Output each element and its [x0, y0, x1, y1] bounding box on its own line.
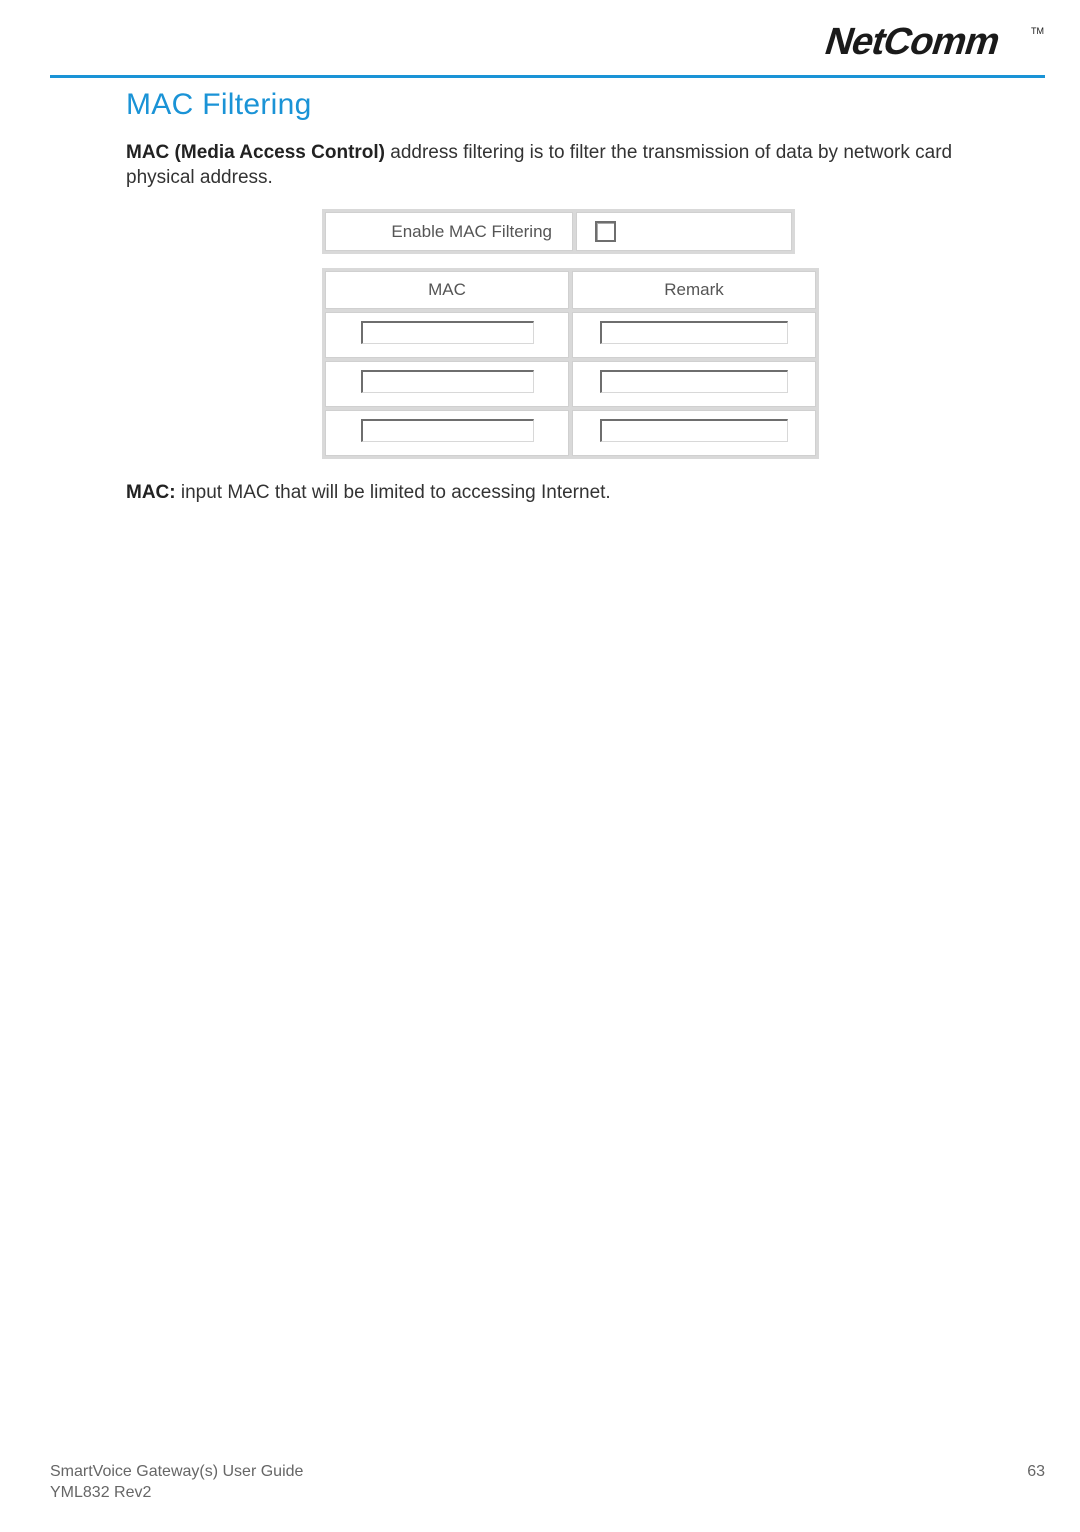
table-row — [325, 361, 816, 407]
guide-title: SmartVoice Gateway(s) User Guide — [50, 1463, 303, 1480]
mac-input[interactable] — [361, 370, 534, 393]
page-number: 63 — [1027, 1463, 1045, 1480]
router-ui-screenshot: Enable MAC Filtering MAC Remark — [322, 209, 819, 459]
column-header-remark: Remark — [572, 271, 816, 309]
doc-revision: YML832 Rev2 — [50, 1484, 151, 1501]
header-rule — [50, 75, 1045, 78]
table-row — [325, 410, 816, 456]
table-row — [325, 312, 816, 358]
remark-input[interactable] — [600, 370, 788, 393]
page-footer: SmartVoice Gateway(s) User Guide YML832 … — [50, 1462, 1045, 1504]
svg-text:NetComm: NetComm — [820, 21, 1005, 63]
brand-logo: NetComm TM — [50, 20, 1045, 69]
mac-desc-rest: input MAC that will be limited to access… — [176, 482, 611, 503]
remark-input[interactable] — [600, 419, 788, 442]
enable-mac-filtering-label: Enable MAC Filtering — [325, 212, 573, 251]
remark-input[interactable] — [600, 321, 788, 344]
mac-input[interactable] — [361, 321, 534, 344]
section-title: MAC Filtering — [126, 88, 1015, 122]
column-header-mac: MAC — [325, 271, 569, 309]
mac-input[interactable] — [361, 419, 534, 442]
enable-mac-filtering-checkbox[interactable] — [595, 221, 616, 242]
intro-bold: MAC (Media Access Control) — [126, 142, 385, 163]
mac-desc-bold: MAC: — [126, 482, 176, 503]
mac-description: MAC: input MAC that will be limited to a… — [126, 481, 1015, 506]
svg-text:TM: TM — [1031, 26, 1044, 36]
intro-paragraph: MAC (Media Access Control) address filte… — [126, 141, 1015, 190]
